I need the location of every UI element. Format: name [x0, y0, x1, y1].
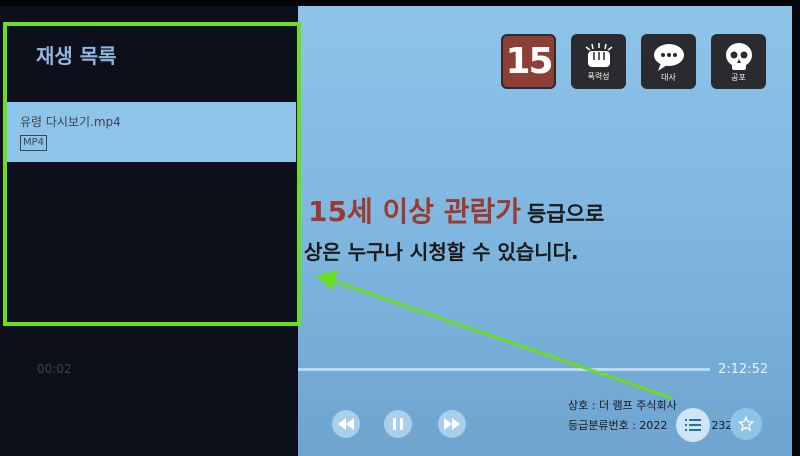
- favorite-button[interactable]: [730, 408, 762, 440]
- list-icon: [685, 419, 701, 431]
- dialogue-label: 대사: [661, 72, 676, 82]
- rating-message-line2: 상은 누구나 시청할 수 있습니다.: [304, 240, 579, 264]
- playlist-item[interactable]: 유령 다시보기.mp4 MP4: [6, 102, 296, 162]
- rating-message-suffix: 등급으로: [527, 202, 605, 226]
- pause-button[interactable]: [384, 410, 412, 438]
- pause-icon: [393, 418, 403, 430]
- horror-tile: 공포: [711, 34, 766, 89]
- playlist-toggle-button[interactable]: [676, 408, 710, 442]
- screen-bezel-top: [0, 0, 800, 6]
- rewind-button[interactable]: [332, 410, 360, 438]
- age-rating-number: 15: [505, 40, 553, 82]
- file-type-badge: MP4: [20, 135, 48, 151]
- total-time: 2:12:52: [718, 362, 769, 377]
- tv-screen: 15 폭력성 대사 공포 15세 이상 관람가 등급으로 상은 누구나 시청할 …: [0, 0, 800, 456]
- playlist-item-name: 유령 다시보기.mp4: [20, 115, 121, 129]
- violence-tile: 폭력성: [571, 34, 626, 89]
- video-area[interactable]: 15 폭력성 대사 공포 15세 이상 관람가 등급으로 상은 누구나 시청할 …: [298, 6, 792, 456]
- speech-bubble-icon: [653, 43, 684, 71]
- elapsed-time: 00:02: [37, 362, 72, 376]
- rating-tiles: 15 폭력성 대사 공포: [501, 34, 766, 89]
- rewind-icon: [338, 418, 354, 430]
- rating-message-line1: 15세 이상 관람가 등급으로: [308, 190, 604, 230]
- progress-bar[interactable]: [298, 368, 710, 371]
- violence-label: 폭력성: [587, 71, 610, 81]
- screen-bezel-right: [792, 0, 800, 456]
- horror-label: 공포: [731, 72, 746, 82]
- fist-icon: [585, 42, 612, 67]
- age-rating-tile: 15: [501, 34, 556, 89]
- dialogue-tile: 대사: [641, 34, 696, 89]
- fast-forward-icon: [444, 418, 460, 430]
- playlist-panel: 재생 목록 유령 다시보기.mp4 MP4 00:02: [0, 6, 298, 456]
- rating-message-bold: 15세 이상 관람가: [308, 195, 522, 228]
- star-icon: [738, 416, 754, 432]
- playlist-title: 재생 목록: [36, 44, 117, 68]
- rating-number-prefix: 등급분류번호 : 2022: [568, 419, 668, 432]
- fast-forward-button[interactable]: [438, 410, 466, 438]
- company-name: 상호 : 더 램프 주식회사: [568, 399, 677, 412]
- skull-icon: [725, 42, 752, 70]
